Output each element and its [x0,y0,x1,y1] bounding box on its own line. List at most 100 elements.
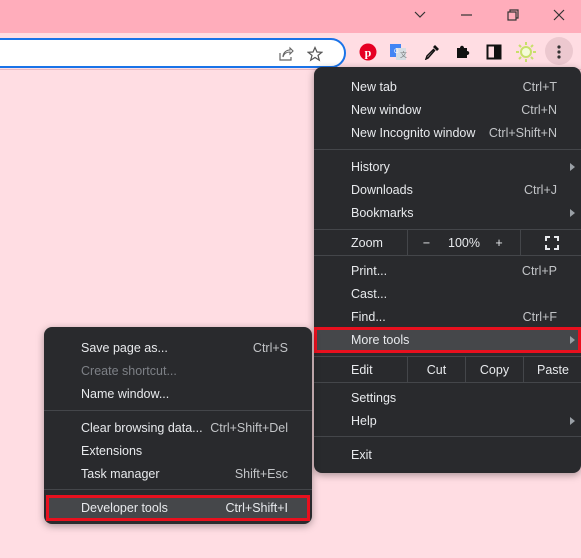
menu-item-label: Bookmarks [351,205,414,220]
menu-separator [314,436,581,437]
menu-item-label: Cast... [351,286,388,301]
minimize-icon [461,14,472,16]
zoom-row: Zoom − 100% + [314,230,581,255]
menu-item-new-incognito-window[interactable]: New Incognito window Ctrl+Shift+N [314,121,581,144]
address-bar[interactable] [0,38,346,68]
menu-item-shortcut: Ctrl+Shift+Del [210,420,288,435]
menu-item-new-tab[interactable]: New tab Ctrl+T [314,75,581,98]
menu-item-label: Print... [351,263,388,278]
chevron-down-icon [414,11,425,18]
menu-item-help[interactable]: Help [314,409,581,432]
chrome-main-menu: New tab Ctrl+T New window Ctrl+N New Inc… [314,67,581,473]
menu-item-shortcut: Ctrl+T [522,79,557,94]
menu-item-shortcut: Ctrl+N [521,102,557,117]
menu-item-developer-tools[interactable]: Developer tools Ctrl+Shift+I [46,495,310,521]
menu-item-label: Developer tools [81,501,168,515]
fullscreen-button[interactable] [520,230,581,255]
menu-item-label: New window [351,102,422,117]
sun-extension-icon[interactable] [512,38,540,66]
copy-label: Copy [479,362,510,377]
menu-item-settings[interactable]: Settings [314,386,581,409]
menu-item-label: Name window... [81,386,170,401]
menu-item-label: More tools [351,333,410,347]
close-window-button[interactable] [536,0,581,30]
plus-icon: + [495,235,503,250]
pinterest-icon[interactable]: p [354,38,382,66]
menu-separator [44,410,312,411]
tab-search-button[interactable] [397,0,442,30]
menu-item-shortcut: Ctrl+Shift+N [488,125,557,140]
menu-item-label: Exit [351,447,372,462]
cut-button[interactable]: Cut [407,357,465,382]
kebab-menu-icon[interactable] [545,38,573,66]
menu-item-label: Create shortcut... [81,363,177,378]
menu-item-label: Clear browsing data... [81,420,203,435]
paste-label: Paste [537,362,569,377]
svg-text:G: G [394,49,399,55]
menu-item-shortcut: Shift+Esc [234,466,288,481]
menu-item-extensions[interactable]: Extensions [44,439,312,462]
menu-item-label: History [351,159,390,174]
minimize-button[interactable] [444,0,489,30]
copy-button[interactable]: Copy [465,357,523,382]
menu-item-print[interactable]: Print... Ctrl+P [314,259,581,282]
menu-item-label: Save page as... [81,340,168,355]
minus-icon: − [422,235,431,250]
menu-item-shortcut: Ctrl+S [252,340,288,355]
menu-item-label: New tab [351,79,397,94]
bookmark-star-icon[interactable] [307,46,323,62]
menu-item-clear-browsing-data[interactable]: Clear browsing data... Ctrl+Shift+Del [44,416,312,439]
submenu-arrow-icon [570,336,575,344]
menu-item-name-window[interactable]: Name window... [44,382,312,405]
extensions-puzzle-icon[interactable] [448,38,476,66]
submenu-arrow-icon [570,162,575,171]
zoom-out-button[interactable]: − [407,230,445,255]
menu-item-cast[interactable]: Cast... [314,282,581,305]
menu-separator [314,255,581,256]
menu-item-history[interactable]: History [314,155,581,178]
menu-item-create-shortcut: Create shortcut... [44,359,312,382]
menu-item-label: Task manager [81,466,160,481]
menu-item-find[interactable]: Find... Ctrl+F [314,305,581,328]
menu-item-label: Help [351,413,377,428]
menu-item-bookmarks[interactable]: Bookmarks [314,201,581,224]
submenu-arrow-icon [570,416,575,425]
menu-item-more-tools[interactable]: More tools [314,327,581,353]
share-icon[interactable] [278,46,294,62]
cut-label: Cut [426,362,447,377]
menu-item-label: Extensions [81,443,143,458]
google-translate-icon[interactable]: G文 [384,38,412,66]
restore-button[interactable] [490,0,535,30]
menu-item-exit[interactable]: Exit [314,443,581,466]
paste-button[interactable]: Paste [523,357,581,382]
menu-separator [44,489,312,490]
menu-item-shortcut: Ctrl+J [524,182,557,197]
zoom-level: 100% [448,235,480,250]
svg-text:p: p [365,46,372,60]
menu-item-label: Downloads [351,182,413,197]
zoom-in-button[interactable]: + [484,230,514,255]
menu-item-shortcut: Ctrl+Shift+I [225,501,288,515]
zoom-label: Zoom [351,235,383,250]
fullscreen-icon [544,235,559,250]
side-panel-icon[interactable] [480,38,508,66]
menu-item-label: Settings [351,390,397,405]
menu-item-label: New Incognito window [351,125,476,140]
menu-item-save-page-as[interactable]: Save page as... Ctrl+S [44,336,312,359]
menu-item-label: Find... [351,309,386,324]
title-bar [0,0,581,33]
eyedropper-icon[interactable] [418,38,446,66]
close-icon [553,9,564,21]
edit-row: Edit Cut Copy Paste [314,357,581,382]
menu-item-shortcut: Ctrl+F [522,309,557,324]
edit-label: Edit [351,362,373,377]
svg-text:文: 文 [400,50,407,59]
more-tools-submenu: Save page as... Ctrl+S Create shortcut..… [44,327,312,524]
menu-separator [314,149,581,150]
menu-item-shortcut: Ctrl+P [521,263,557,278]
menu-item-downloads[interactable]: Downloads Ctrl+J [314,178,581,201]
menu-separator [314,382,581,383]
restore-icon [506,9,519,21]
menu-item-task-manager[interactable]: Task manager Shift+Esc [44,462,312,485]
menu-item-new-window[interactable]: New window Ctrl+N [314,98,581,121]
